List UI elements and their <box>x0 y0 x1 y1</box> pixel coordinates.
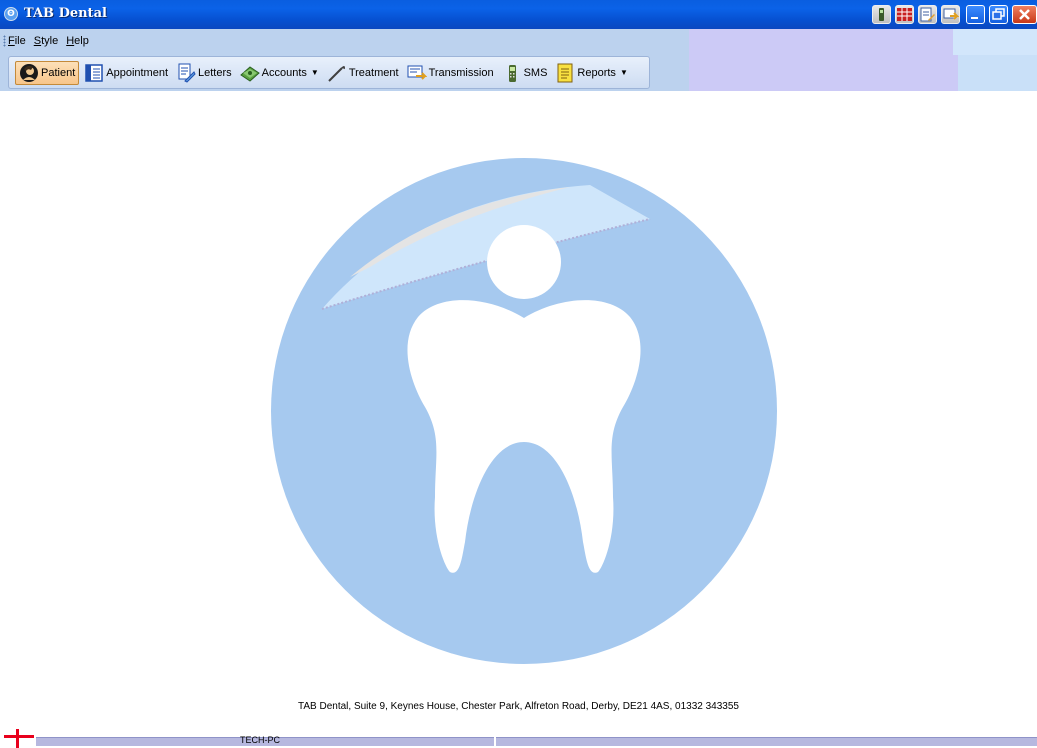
toolbar-sms-label: SMS <box>523 66 548 79</box>
menu-strip-filler-upper <box>953 29 1037 55</box>
app-icon[interactable]: ʘ <box>4 7 18 21</box>
toolbar-patient-label: Patient <box>41 66 76 79</box>
toolbar-accounts-button[interactable]: Accounts ▼ <box>237 61 322 85</box>
menu-style-label: tyle <box>41 35 59 47</box>
toolbar-accounts-label: Accounts <box>261 66 307 79</box>
title-bar[interactable]: ʘ TAB Dental <box>0 0 1037 29</box>
transmission-icon <box>407 63 427 83</box>
mobile-phone-icon <box>502 63 522 83</box>
menu-help-label: elp <box>74 35 89 47</box>
appointment-book-icon <box>84 63 104 83</box>
menu-file[interactable]: File <box>8 35 26 47</box>
menu-strip-filler-lower <box>958 55 1037 91</box>
toolbar-reports-button[interactable]: Reports ▼ <box>552 61 630 85</box>
england-flag-icon <box>4 729 34 748</box>
toolbar-treatment-button[interactable]: Treatment <box>324 61 402 85</box>
close-button[interactable] <box>1012 5 1037 24</box>
calendar-grid-icon[interactable] <box>895 5 914 24</box>
reports-icon <box>555 63 575 83</box>
toolbar-patient-button[interactable]: Patient <box>15 60 80 85</box>
accounts-dropdown-caret-icon[interactable]: ▼ <box>311 68 319 77</box>
status-bar: TECH-PC <box>0 729 1037 748</box>
status-panel-right <box>496 737 1037 746</box>
status-computer-name: TECH-PC <box>240 735 280 745</box>
tab-dental-logo <box>270 157 778 665</box>
mobile-phone-icon[interactable] <box>872 5 891 24</box>
document-edit-icon[interactable] <box>918 5 937 24</box>
window-title: TAB Dental <box>24 6 107 21</box>
restore-button[interactable] <box>989 5 1008 24</box>
menubar-grip[interactable] <box>3 35 6 47</box>
practice-address: TAB Dental, Suite 9, Keynes House, Chest… <box>298 701 739 712</box>
menu-toolbar-area: File Style Help Patient Appointment Lett… <box>0 29 1037 91</box>
toolbar-transmission-button[interactable]: Transmission <box>404 61 497 85</box>
accounts-money-icon <box>239 63 260 83</box>
toolbar-sms-button[interactable]: SMS <box>499 61 551 85</box>
menu-help[interactable]: Help <box>66 35 89 47</box>
toolbar-transmission-label: Transmission <box>428 66 494 79</box>
menu-bar: File Style Help <box>8 35 89 47</box>
main-toolbar: Patient Appointment Letters Accounts ▼ T… <box>8 56 650 89</box>
letters-icon <box>176 63 196 83</box>
reports-dropdown-caret-icon[interactable]: ▼ <box>620 68 628 77</box>
toolbar-appointment-button[interactable]: Appointment <box>81 61 171 85</box>
menu-file-label: ile <box>14 35 26 47</box>
menu-style[interactable]: Style <box>34 35 58 47</box>
toolbar-letters-button[interactable]: Letters <box>173 61 235 85</box>
tooth-logo-icon <box>271 158 777 664</box>
toolbar-treatment-label: Treatment <box>348 66 399 79</box>
toolbar-letters-label: Letters <box>198 66 232 79</box>
toolbar-appointment-label: Appointment <box>106 66 169 79</box>
transfer-icon[interactable] <box>941 5 960 24</box>
toolbar-reports-label: Reports <box>577 66 616 79</box>
patient-icon <box>19 63 39 83</box>
dental-probe-icon <box>327 63 347 83</box>
minimize-button[interactable] <box>966 5 985 24</box>
